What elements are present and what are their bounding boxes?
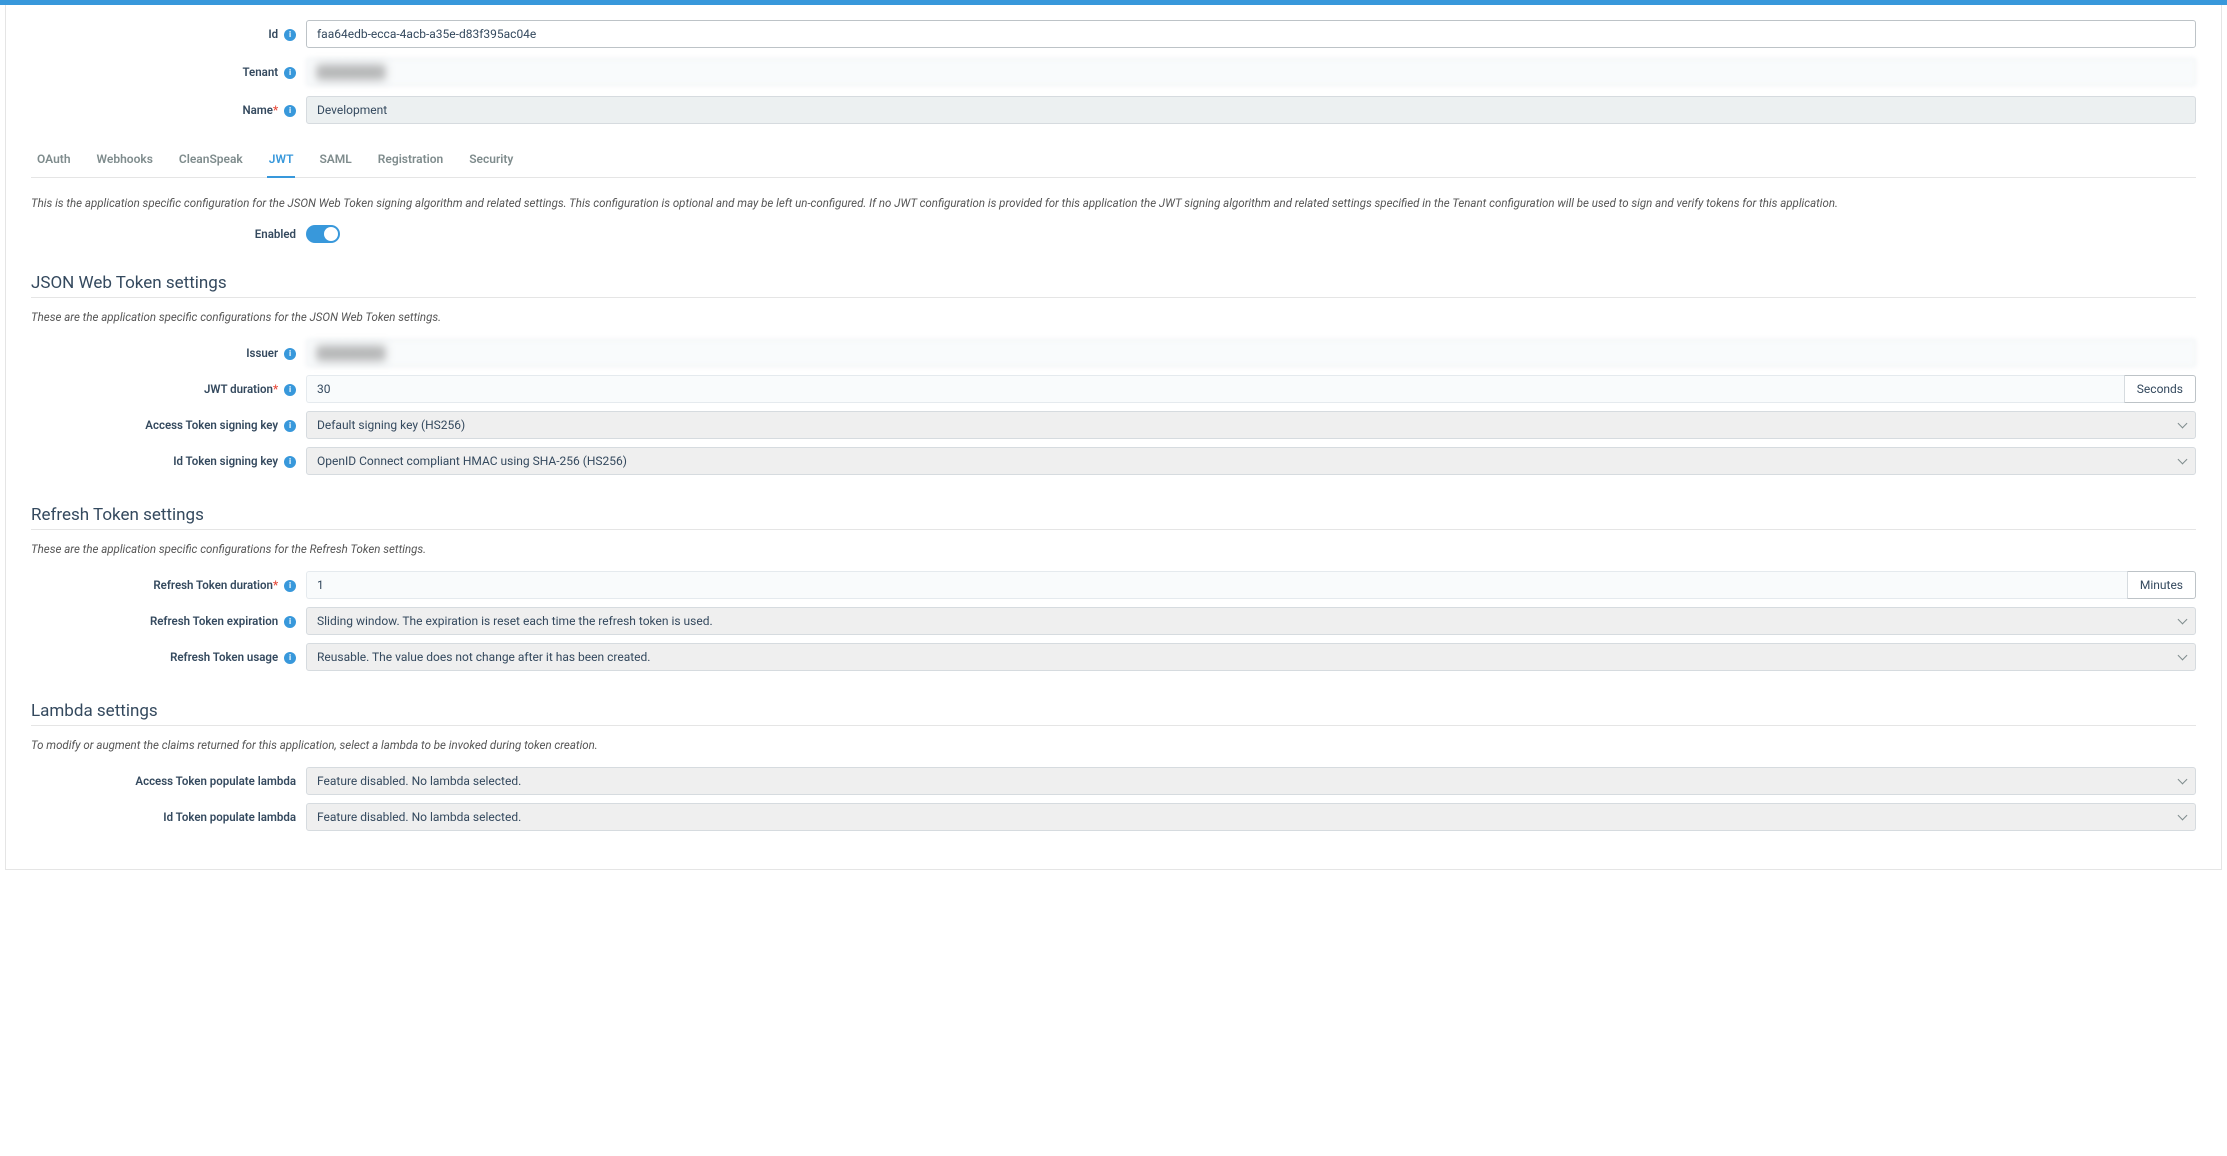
label-access-key: Access Token signing key i [31, 418, 306, 432]
heading-jwt-settings: JSON Web Token settings [31, 273, 2196, 293]
input-name[interactable]: Development [306, 96, 2196, 124]
info-icon[interactable]: i [284, 580, 296, 592]
info-icon[interactable]: i [284, 29, 296, 41]
tab-saml[interactable]: SAML [317, 144, 353, 178]
info-icon[interactable]: i [284, 67, 296, 79]
label-access-lambda: Access Token populate lambda [31, 774, 306, 788]
row-tenant: Tenant i ████████ [31, 58, 2196, 86]
label-name: Name* i [31, 103, 306, 117]
input-jwt-duration[interactable]: 30 [306, 375, 2124, 403]
input-refresh-duration[interactable]: 1 [306, 571, 2127, 599]
row-access-lambda: Access Token populate lambda Feature dis… [31, 767, 2196, 795]
info-icon[interactable]: i [284, 456, 296, 468]
divider [31, 529, 2196, 530]
info-icon[interactable]: i [284, 616, 296, 628]
value-tenant: ████████ [306, 58, 2196, 86]
tab-cleanspeak[interactable]: CleanSpeak [177, 144, 245, 178]
chevron-down-icon [2177, 420, 2187, 430]
row-issuer: Issuer i ████████ [31, 339, 2196, 367]
chevron-down-icon [2177, 812, 2187, 822]
jwt-intro: This is the application specific configu… [31, 196, 2196, 210]
tab-security[interactable]: Security [467, 144, 515, 178]
tab-webhooks[interactable]: Webhooks [95, 144, 155, 178]
row-refresh-usage: Refresh Token usage i Reusable. The valu… [31, 643, 2196, 671]
toggle-enabled[interactable] [306, 225, 340, 243]
info-icon[interactable]: i [284, 105, 296, 117]
input-id[interactable]: faa64edb-ecca-4acb-a35e-d83f395ac04e [306, 20, 2196, 48]
refresh-duration-unit: Minutes [2127, 571, 2196, 599]
main-content: Id i faa64edb-ecca-4acb-a35e-d83f395ac04… [5, 5, 2222, 870]
label-id-lambda: Id Token populate lambda [31, 810, 306, 824]
row-name: Name* i Development [31, 96, 2196, 124]
tab-jwt[interactable]: JWT [267, 144, 296, 178]
chevron-down-icon [2177, 456, 2187, 466]
label-issuer: Issuer i [31, 346, 306, 360]
value-issuer: ████████ [306, 339, 2196, 367]
select-id-lambda[interactable]: Feature disabled. No lambda selected. [306, 803, 2196, 831]
select-access-lambda[interactable]: Feature disabled. No lambda selected. [306, 767, 2196, 795]
info-icon[interactable]: i [284, 348, 296, 360]
row-refresh-expiration: Refresh Token expiration i Sliding windo… [31, 607, 2196, 635]
select-id-key[interactable]: OpenID Connect compliant HMAC using SHA-… [306, 447, 2196, 475]
divider [31, 725, 2196, 726]
select-refresh-expiration[interactable]: Sliding window. The expiration is reset … [306, 607, 2196, 635]
label-tenant: Tenant i [31, 65, 306, 79]
label-refresh-duration: Refresh Token duration* i [31, 578, 306, 592]
label-refresh-usage: Refresh Token usage i [31, 650, 306, 664]
jwt-duration-unit: Seconds [2124, 375, 2196, 403]
info-icon[interactable]: i [284, 420, 296, 432]
heading-refresh-settings: Refresh Token settings [31, 505, 2196, 525]
chevron-down-icon [2177, 776, 2187, 786]
row-enabled: Enabled [31, 225, 2196, 243]
tab-registration[interactable]: Registration [376, 144, 445, 178]
tabs: OAuth Webhooks CleanSpeak JWT SAML Registrati… [31, 144, 2196, 178]
chevron-down-icon [2177, 616, 2187, 626]
info-icon[interactable]: i [284, 652, 296, 664]
row-id: Id i faa64edb-ecca-4acb-a35e-d83f395ac04… [31, 20, 2196, 48]
row-refresh-duration: Refresh Token duration* i 1 Minutes [31, 571, 2196, 599]
jwt-settings-desc: These are the application specific confi… [31, 310, 2196, 324]
chevron-down-icon [2177, 652, 2187, 662]
label-jwt-duration: JWT duration* i [31, 382, 306, 396]
label-id: Id i [31, 27, 306, 41]
lambda-settings-desc: To modify or augment the claims returned… [31, 738, 2196, 752]
row-id-key: Id Token signing key i OpenID Connect co… [31, 447, 2196, 475]
label-refresh-expiration: Refresh Token expiration i [31, 614, 306, 628]
row-jwt-duration: JWT duration* i 30 Seconds [31, 375, 2196, 403]
refresh-settings-desc: These are the application specific confi… [31, 542, 2196, 556]
heading-lambda-settings: Lambda settings [31, 701, 2196, 721]
label-id-key: Id Token signing key i [31, 454, 306, 468]
select-refresh-usage[interactable]: Reusable. The value does not change afte… [306, 643, 2196, 671]
tab-oauth[interactable]: OAuth [35, 144, 73, 178]
row-id-lambda: Id Token populate lambda Feature disable… [31, 803, 2196, 831]
select-access-key[interactable]: Default signing key (HS256) [306, 411, 2196, 439]
row-access-key: Access Token signing key i Default signi… [31, 411, 2196, 439]
info-icon[interactable]: i [284, 384, 296, 396]
label-enabled: Enabled [31, 227, 306, 241]
divider [31, 297, 2196, 298]
